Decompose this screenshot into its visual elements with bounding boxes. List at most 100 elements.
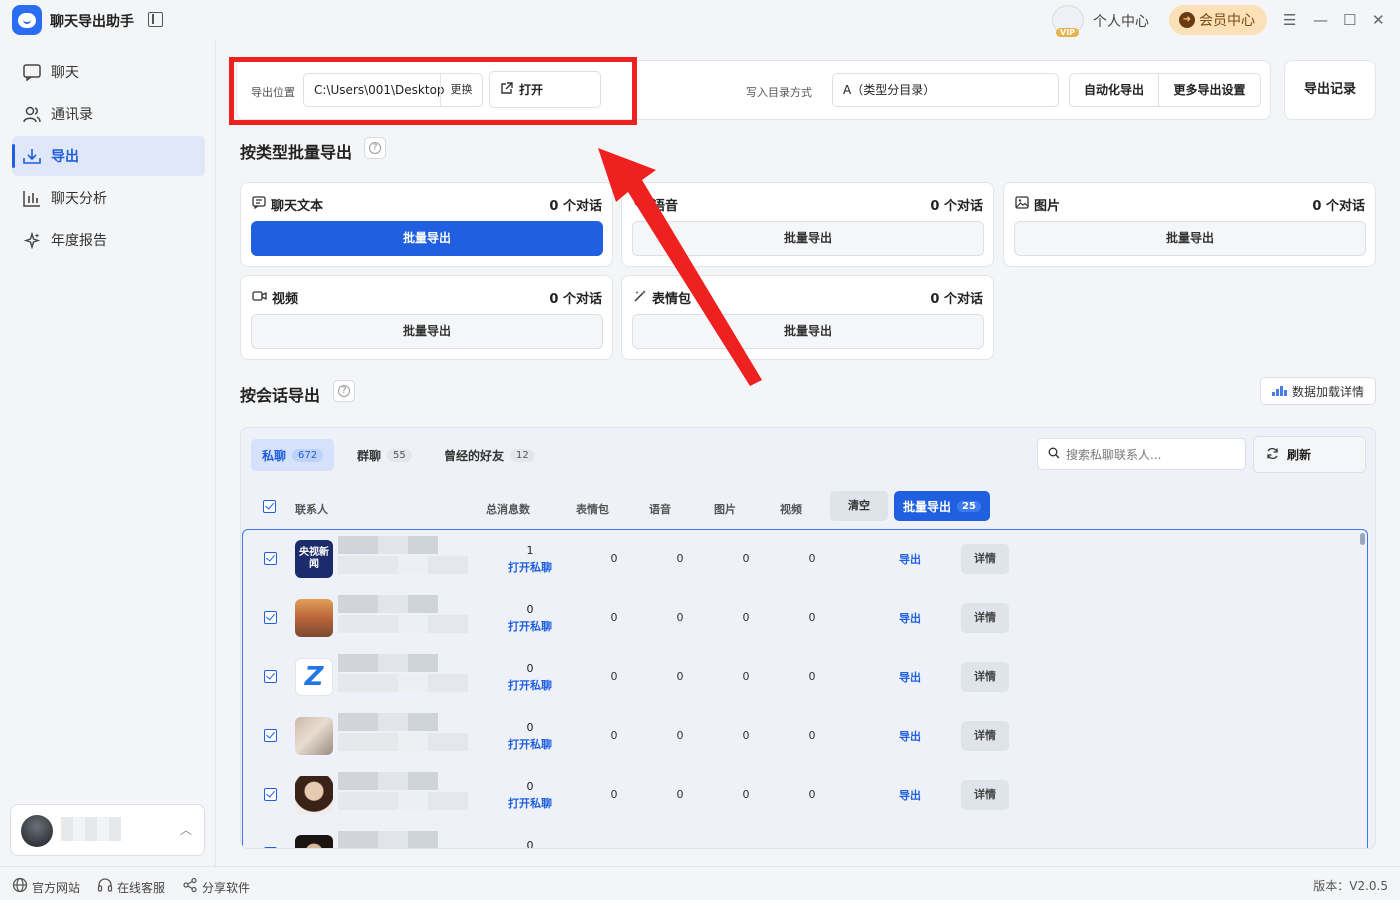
interior-photo-avatar: [295, 717, 333, 755]
tab-private-chat[interactable]: 私聊 672: [251, 439, 335, 471]
detail-button[interactable]: 详情: [961, 603, 1009, 633]
open-chat-link[interactable]: 打开私聊: [505, 736, 555, 753]
sticker-count: 0: [610, 788, 618, 801]
batch-export-selected-button[interactable]: 批量导出 25: [894, 491, 990, 521]
tab-former-friends[interactable]: 曾经的好友 12: [433, 439, 546, 471]
dark-portrait-avatar: [295, 835, 333, 848]
row-checkbox[interactable]: [264, 611, 277, 624]
table-row[interactable]: Z 0 打开私聊 0 0 0 0 导出 详情: [243, 648, 1367, 707]
row-checkbox[interactable]: [264, 729, 277, 742]
sidebar-collapse-icon[interactable]: [148, 12, 163, 27]
row-checkbox[interactable]: [264, 847, 277, 848]
sidebar-item-annual-report[interactable]: 年度报告: [12, 220, 205, 260]
member-center-button[interactable]: ➜ 会员中心: [1169, 5, 1267, 35]
detail-button[interactable]: 详情: [961, 780, 1009, 810]
batch-export-sticker-button[interactable]: 批量导出: [632, 314, 984, 349]
menu-icon[interactable]: ☰: [1283, 11, 1296, 29]
member-arrow-icon: ➜: [1179, 12, 1195, 28]
export-link[interactable]: 导出: [899, 669, 921, 685]
row-checkbox[interactable]: [264, 670, 277, 683]
sticker-count: 0: [610, 552, 618, 565]
user-profile-card[interactable]: ︿: [10, 804, 205, 856]
chevron-up-icon: ︿: [179, 823, 192, 837]
personal-center-link[interactable]: 个人中心: [1093, 11, 1149, 31]
batch-export-label: 批量导出: [903, 499, 952, 514]
export-path-value: C:\Users\001\Desktop: [314, 83, 445, 97]
row-checkbox[interactable]: [264, 788, 277, 801]
sidebar-item-chat[interactable]: 聊天: [12, 52, 205, 92]
contacts-icon: [22, 104, 42, 124]
change-path-button[interactable]: 更换: [440, 74, 482, 106]
dir-mode-select[interactable]: A（类型分目录）: [832, 73, 1059, 107]
tab-count: 12: [510, 448, 535, 462]
sticker-count: 0: [610, 611, 618, 624]
table-row[interactable]: 0: [243, 825, 1367, 849]
avatar: [21, 815, 53, 847]
online-service-label: 在线客服: [117, 880, 166, 895]
close-icon[interactable]: ✕: [1372, 11, 1385, 29]
export-link[interactable]: 导出: [899, 610, 921, 626]
type-count: 0 个对话: [1312, 199, 1365, 214]
search-input[interactable]: 搜索私聊联系人...: [1037, 438, 1246, 470]
tab-count: 672: [292, 448, 324, 462]
help-icon[interactable]: ?: [364, 137, 386, 159]
type-name: 语音: [652, 199, 679, 214]
table-row[interactable]: 央视新闻 1 打开私聊 0 0 0 0 导出 详情: [243, 530, 1367, 589]
open-chat-link[interactable]: 打开私聊: [505, 559, 555, 576]
total-count: 0: [526, 839, 534, 849]
data-load-details-button[interactable]: 数据加载详情: [1260, 377, 1376, 405]
table-row[interactable]: 0 打开私聊 0 0 0 0 导出 详情: [243, 589, 1367, 648]
vip-badge: VIP: [1056, 28, 1080, 37]
sidebar: 聊天 通讯录 导出 聊天分析 年度报告 ︿: [0, 40, 216, 866]
batch-export-image-button[interactable]: 批量导出: [1014, 221, 1366, 256]
open-chat-link[interactable]: 打开私聊: [505, 677, 555, 694]
voice-count: 0: [676, 670, 684, 683]
export-path-field[interactable]: C:\Users\001\Desktop 更换: [303, 73, 483, 107]
batch-export-video-button[interactable]: 批量导出: [251, 314, 603, 349]
clear-selection-button[interactable]: 清空: [830, 491, 888, 521]
export-record-button[interactable]: 导出记录: [1284, 60, 1376, 120]
type-card-voice: 语音 0 个对话 批量导出: [621, 182, 994, 267]
type-count: 0 个对话: [549, 199, 602, 214]
total-messages: 1 打开私聊: [505, 542, 555, 576]
chat-bubble-icon: [22, 62, 42, 82]
refresh-button[interactable]: 刷新: [1253, 436, 1366, 473]
online-service-link[interactable]: 在线客服: [97, 877, 165, 897]
data-load-details-label: 数据加载详情: [1291, 384, 1364, 399]
open-chat-link[interactable]: 打开私聊: [505, 795, 555, 812]
blurred-contact-name: [338, 536, 470, 582]
open-chat-link[interactable]: 打开私聊: [505, 618, 555, 635]
more-export-settings-button[interactable]: 更多导出设置: [1159, 73, 1261, 107]
batch-export-chat-text-button[interactable]: 批量导出: [251, 221, 603, 256]
open-folder-button[interactable]: 打开: [489, 71, 601, 108]
export-link[interactable]: 导出: [899, 551, 921, 567]
export-link[interactable]: 导出: [899, 787, 921, 803]
export-link[interactable]: 导出: [899, 728, 921, 744]
total-count: 0: [526, 721, 534, 734]
official-site-label: 官方网站: [32, 880, 81, 895]
video-count: 0: [808, 552, 816, 565]
auto-export-button[interactable]: 自动化导出: [1069, 73, 1159, 107]
detail-button[interactable]: 详情: [961, 721, 1009, 751]
voice-count: 0: [676, 611, 684, 624]
table-row[interactable]: 0 打开私聊 0 0 0 0 导出 详情: [243, 707, 1367, 766]
vip-avatar[interactable]: VIP: [1052, 5, 1084, 37]
tab-group-chat[interactable]: 群聊 55: [346, 439, 423, 471]
select-all-checkbox[interactable]: [263, 500, 276, 513]
sidebar-item-export[interactable]: 导出: [12, 136, 205, 176]
batch-export-voice-button[interactable]: 批量导出: [632, 221, 984, 256]
sidebar-item-chat-analysis[interactable]: 聊天分析: [12, 178, 205, 218]
voice-count: 0: [676, 729, 684, 742]
table-row[interactable]: 0 打开私聊 0 0 0 0 导出 详情: [243, 766, 1367, 825]
official-site-link[interactable]: 官方网站: [12, 877, 80, 897]
sidebar-item-contacts[interactable]: 通讯录: [12, 94, 205, 134]
help-icon[interactable]: ?: [333, 380, 355, 402]
row-checkbox[interactable]: [264, 552, 277, 565]
type-count: 0 个对话: [930, 292, 983, 307]
maximize-icon[interactable]: ☐: [1343, 11, 1356, 29]
detail-button[interactable]: 详情: [961, 662, 1009, 692]
tab-label: 私聊: [262, 448, 287, 463]
share-software-link[interactable]: 分享软件: [182, 877, 250, 897]
minimize-icon[interactable]: —: [1313, 11, 1328, 29]
detail-button[interactable]: 详情: [961, 544, 1009, 574]
